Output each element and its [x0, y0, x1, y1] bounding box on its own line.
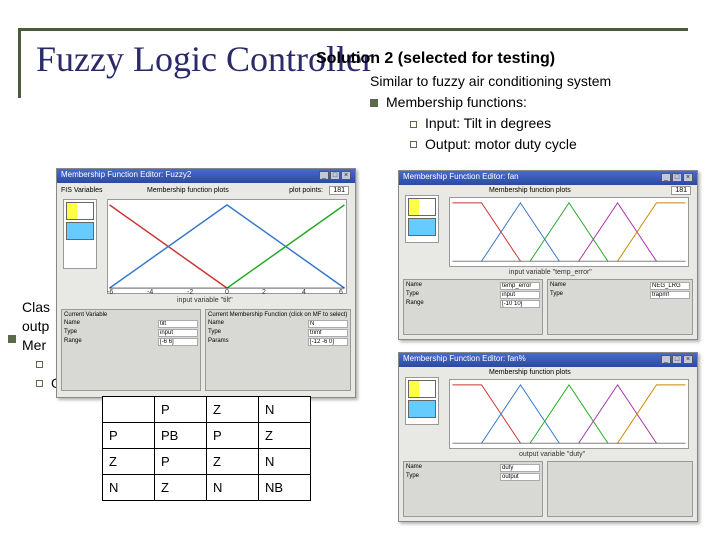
current-mf-panel: Name Type [547, 279, 693, 335]
current-mf-panel: Current Membership Function (click on MF… [205, 309, 351, 391]
window-controls[interactable]: _□× [318, 170, 351, 182]
current-variable-panel: Name Type Range [403, 279, 543, 335]
window-title: Membership Function Editor: fan% [403, 354, 526, 366]
input-var-icon[interactable] [408, 198, 436, 216]
plot-points-label: plot points: [289, 187, 323, 194]
close-icon: × [341, 171, 351, 180]
bullet-open-icon [410, 141, 417, 148]
mf-type-field[interactable] [308, 329, 348, 337]
window-title: Membership Function Editor: fan [403, 172, 519, 184]
mf-editor-right-bot[interactable]: Membership Function Editor: fan% _□× Mem… [398, 352, 698, 522]
mf-type-field[interactable] [650, 291, 690, 299]
table-row: Z P Z N [103, 449, 311, 475]
window-controls[interactable]: _□× [660, 354, 693, 366]
tick: 2 [262, 289, 266, 296]
var-range-field[interactable] [500, 300, 540, 308]
window-titlebar[interactable]: Membership Function Editor: fan% _□× [399, 353, 697, 367]
output-var-icon[interactable] [66, 222, 94, 240]
mf-curves [108, 200, 346, 293]
maximize-icon: □ [672, 173, 682, 182]
var-type-field[interactable] [500, 291, 540, 299]
bullet-icon [8, 335, 16, 343]
mf-plot[interactable] [449, 197, 689, 267]
mf-curves [450, 198, 688, 266]
mf-name-field[interactable] [308, 320, 348, 328]
fis-variable-icons[interactable] [405, 377, 439, 425]
var-name-field[interactable] [500, 282, 540, 290]
input-var-icon[interactable] [408, 380, 436, 398]
solution2-line2: Membership functions: [370, 93, 700, 112]
tick: 0 [225, 289, 229, 296]
tick: 6 [339, 289, 343, 296]
close-icon: × [683, 173, 693, 182]
table-row: N Z N NB [103, 475, 311, 501]
mf-editor-right-top[interactable]: Membership Function Editor: fan _□× Memb… [398, 170, 698, 340]
plot-points-value[interactable]: 181 [671, 186, 691, 195]
xaxis-label: output variable "duty" [519, 451, 585, 458]
fis-variables-label: FIS Variables [61, 187, 103, 194]
solution2-block: Similar to fuzzy air conditioning system… [370, 72, 700, 156]
bullet-open-icon [410, 121, 417, 128]
close-icon: × [683, 355, 693, 364]
xaxis-label: input variable "tilt" [177, 297, 233, 304]
input-var-icon[interactable] [66, 202, 94, 220]
table-row: P PB P Z [103, 423, 311, 449]
tick: 4 [302, 289, 306, 296]
minimize-icon: _ [319, 171, 329, 180]
output-var-icon[interactable] [408, 218, 436, 236]
var-type-field[interactable] [500, 473, 540, 481]
window-titlebar[interactable]: Membership Function Editor: Fuzzy2 _□× [57, 169, 355, 183]
mf-name-field[interactable] [650, 282, 690, 290]
bullet-icon [370, 99, 378, 107]
mf-params-field[interactable] [308, 338, 348, 346]
mf-curves [450, 380, 688, 448]
current-variable-panel: Name Type [403, 461, 543, 517]
fis-variable-icons[interactable] [63, 199, 97, 269]
xaxis-label: input variable "temp_error" [509, 269, 592, 276]
current-mf-panel [547, 461, 693, 517]
solution2-sub1: Input: Tilt in degrees [410, 114, 700, 133]
output-var-icon[interactable] [408, 400, 436, 418]
rule-table: P Z N P PB P Z Z P Z N N Z N NB [102, 396, 311, 501]
plot-title: Membership function plots [489, 369, 571, 376]
var-range-field[interactable] [158, 338, 198, 346]
mf-plot[interactable] [107, 199, 347, 294]
solution2-line1: Similar to fuzzy air conditioning system [370, 72, 700, 91]
var-type-field[interactable] [158, 329, 198, 337]
tick: -2 [187, 289, 193, 296]
bullet-open-icon [36, 380, 43, 387]
window-title: Membership Function Editor: Fuzzy2 [61, 170, 191, 182]
minimize-icon: _ [661, 173, 671, 182]
tick: -6 [107, 289, 113, 296]
var-name-field[interactable] [500, 464, 540, 472]
table-row: P Z N [103, 397, 311, 423]
solution2-sub2: Output: motor duty cycle [410, 135, 700, 154]
maximize-icon: □ [330, 171, 340, 180]
minimize-icon: _ [661, 355, 671, 364]
slide-rule-top [18, 28, 688, 31]
solution2-heading: Solution 2 (selected for testing) [316, 50, 555, 68]
window-titlebar[interactable]: Membership Function Editor: fan _□× [399, 171, 697, 185]
window-controls[interactable]: _□× [660, 172, 693, 184]
current-variable-panel: Current Variable Name Type Range [61, 309, 201, 391]
mf-editor-left[interactable]: Membership Function Editor: Fuzzy2 _□× F… [56, 168, 356, 398]
plot-points-value[interactable]: 181 [329, 186, 349, 195]
bullet-open-icon [36, 361, 43, 368]
var-name-field[interactable] [158, 320, 198, 328]
slide-rule-left [18, 28, 21, 98]
maximize-icon: □ [672, 355, 682, 364]
tick: -4 [147, 289, 153, 296]
fis-variable-icons[interactable] [405, 195, 439, 243]
plot-title: Membership function plots [147, 187, 229, 194]
mf-plot[interactable] [449, 379, 689, 449]
plot-title: Membership function plots [489, 187, 571, 194]
